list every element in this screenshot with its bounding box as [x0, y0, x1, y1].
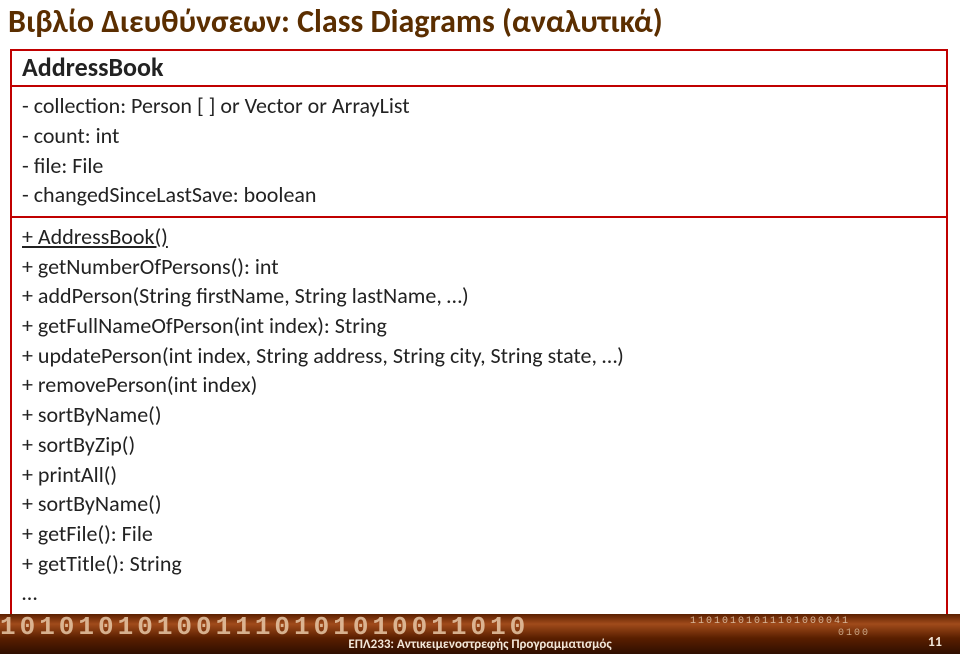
uml-class-name: AddressBook: [12, 51, 946, 88]
uml-op: + AddressBook(): [22, 222, 936, 252]
uml-op: + sortByName(): [22, 400, 936, 430]
footer-bits-small1: 11010101011101000041: [690, 616, 850, 627]
uml-attr: - changedSinceLastSave: boolean: [22, 180, 936, 210]
uml-op: + printAll(): [22, 460, 936, 490]
uml-op: …: [22, 578, 936, 608]
uml-op: + getFile(): File: [22, 519, 936, 549]
uml-op: + updatePerson(int index, String address…: [22, 341, 936, 371]
uml-op: + getTitle(): String: [22, 549, 936, 579]
uml-attr: - count: int: [22, 121, 936, 151]
uml-op: + getNumberOfPersons(): int: [22, 252, 936, 282]
uml-op: + removePerson(int index): [22, 370, 936, 400]
footer-page-number: 11: [928, 633, 942, 650]
uml-op: + sortByZip(): [22, 430, 936, 460]
uml-operations: + AddressBook() + getNumberOfPersons(): …: [12, 218, 946, 614]
uml-attr: - collection: Person [ ] or Vector or Ar…: [22, 91, 936, 121]
slide-title: Βιβλίο Διευθύνσεων: Class Diagrams (αναλ…: [0, 0, 960, 49]
uml-attr: - file: File: [22, 151, 936, 181]
uml-op: + addPerson(String firstName, String las…: [22, 281, 936, 311]
uml-op: + sortByName(): [22, 489, 936, 519]
uml-op: + getFullNameOfPerson(int index): String: [22, 311, 936, 341]
uml-attributes: - collection: Person [ ] or Vector or Ar…: [12, 87, 946, 218]
footer-bar: 101010101001110101010011010 110101010111…: [0, 614, 960, 654]
slide: Βιβλίο Διευθύνσεων: Class Diagrams (αναλ…: [0, 0, 960, 654]
footer-text: ΕΠΛ233: Αντικειμενοστρεφής Προγραμματισμ…: [0, 637, 960, 652]
uml-class-box: AddressBook - collection: Person [ ] or …: [10, 49, 948, 616]
